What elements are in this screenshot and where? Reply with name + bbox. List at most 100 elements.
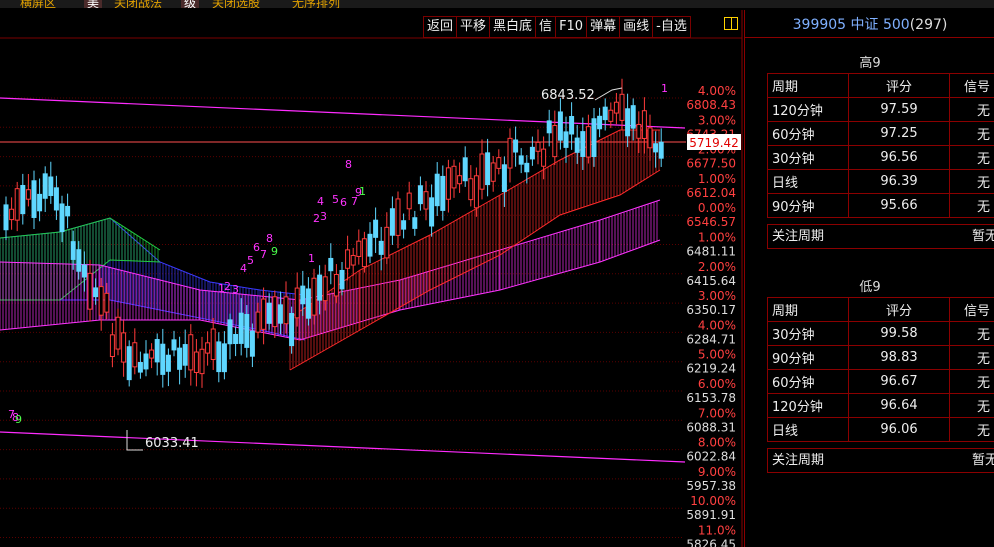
toolbar-button[interactable]: 返回 bbox=[424, 17, 458, 37]
layout-toggle-icon[interactable] bbox=[724, 17, 738, 30]
cell-period: 90分钟 bbox=[767, 193, 849, 218]
instrument-code: 399905 bbox=[792, 17, 847, 33]
axis-pct-label: 4.00% bbox=[698, 84, 736, 98]
count-mark: 5 bbox=[247, 254, 254, 267]
current-price-text: 5719.42 bbox=[689, 136, 739, 150]
axis-price-label: 6481.11 bbox=[686, 245, 736, 259]
cell-period: 120分钟 bbox=[767, 393, 849, 418]
count-mark: 9 bbox=[15, 413, 22, 426]
axis-price-label: 6415.64 bbox=[686, 274, 736, 288]
axis-pct-label: 1.00% bbox=[698, 231, 736, 245]
axis-price-label: 6612.04 bbox=[686, 186, 736, 200]
axis-pct-label: 9.00% bbox=[698, 465, 736, 479]
axis-pct-label: 3.00% bbox=[698, 289, 736, 303]
table-header: 信号 bbox=[949, 297, 994, 322]
axis-pct-label: 5.00% bbox=[698, 348, 736, 362]
count-mark: 2 bbox=[313, 212, 320, 225]
toolbar-button[interactable]: 弹幕 bbox=[587, 17, 621, 37]
focus-value: 暂无 bbox=[972, 453, 994, 468]
cell-score: 97.59 bbox=[848, 97, 950, 122]
axis-pct-label: 11.0% bbox=[698, 524, 736, 538]
low-leader bbox=[126, 430, 143, 451]
axis-pct-label: 0.00% bbox=[698, 201, 736, 215]
table-row[interactable]: 120分钟 97.59 无 bbox=[767, 97, 994, 122]
axis-price-label: 6350.17 bbox=[686, 303, 736, 317]
axis-pct-label: 1.00% bbox=[698, 172, 736, 186]
low-label: 6033.41 bbox=[145, 436, 199, 451]
axis-price-label: 6022.84 bbox=[686, 450, 736, 464]
table-row[interactable]: 30分钟 96.56 无 bbox=[767, 145, 994, 170]
table-header: 评分 bbox=[848, 73, 950, 98]
table-header: 周期 bbox=[767, 297, 849, 322]
lower-channel-line bbox=[0, 431, 686, 463]
instrument-title: 399905 中证 500(297) bbox=[745, 14, 994, 34]
cell-signal: 无 bbox=[949, 169, 994, 194]
toolbar-button[interactable]: 信 bbox=[536, 17, 557, 37]
cell-period: 60分钟 bbox=[767, 121, 849, 146]
count-mark: 1 bbox=[661, 82, 668, 95]
focus-label: 关注周期 bbox=[772, 453, 825, 468]
low9-table: 周期 评分 信号 30分钟 99.58 无 90分钟 98.83 无 60分钟 96.67 无 120分… bbox=[767, 297, 994, 442]
count-mark: 1 bbox=[308, 252, 315, 265]
count-mark: 5 bbox=[332, 193, 339, 206]
cell-signal: 无 bbox=[949, 97, 994, 122]
axis-pct-label: 7.00% bbox=[698, 406, 736, 420]
table-header: 信号 bbox=[949, 73, 994, 98]
cell-period: 90分钟 bbox=[767, 345, 849, 370]
cell-signal: 无 bbox=[949, 193, 994, 218]
high9-title: 高9 bbox=[859, 56, 881, 71]
count-mark: 2 bbox=[224, 280, 231, 293]
count-mark: 1 bbox=[359, 185, 366, 198]
axis-pct-label: 3.00% bbox=[698, 113, 736, 127]
table-row[interactable]: 日线 96.06 无 bbox=[767, 417, 994, 442]
table-row[interactable]: 90分钟 98.83 无 bbox=[767, 345, 994, 370]
cell-period: 30分钟 bbox=[767, 321, 849, 346]
toolbar-button[interactable]: 画线 bbox=[620, 17, 654, 37]
axis-pct-label: 4.00% bbox=[698, 318, 736, 332]
cell-period: 120分钟 bbox=[767, 97, 849, 122]
axis-pct-label: 10.00% bbox=[690, 494, 736, 508]
cell-score: 97.25 bbox=[848, 121, 950, 146]
count-mark: 7 bbox=[260, 248, 267, 261]
cell-score: 96.64 bbox=[848, 393, 950, 418]
table-row[interactable]: 90分钟 95.66 无 bbox=[767, 193, 994, 218]
axis-price-label: 6219.24 bbox=[686, 362, 736, 376]
high9-focus-row: 关注周期 暂无 bbox=[767, 224, 994, 249]
signal-panel: 399905 中证 500(297) 高9 周期 评分 信号 120分钟 97.59 无 6… bbox=[744, 10, 994, 547]
low9-focus-row: 关注周期 暂无 bbox=[767, 448, 994, 473]
table-row[interactable]: 日线 96.39 无 bbox=[767, 169, 994, 194]
cell-period: 60分钟 bbox=[767, 369, 849, 394]
table-header: 周期 bbox=[767, 73, 849, 98]
toolbar-button[interactable]: 平移 bbox=[457, 17, 491, 37]
count-mark: 8 bbox=[345, 158, 352, 171]
cell-period: 日线 bbox=[767, 169, 849, 194]
toolbar-button[interactable]: -自选 bbox=[653, 17, 690, 37]
toolbar-button[interactable]: F10 bbox=[556, 17, 588, 37]
axis-price-label: 6284.71 bbox=[686, 332, 736, 346]
count-mark: 3 bbox=[232, 283, 239, 296]
axis-pct-label: 6.00% bbox=[698, 377, 736, 391]
instrument-count: (297) bbox=[909, 17, 948, 33]
axis-price-label: 6153.78 bbox=[686, 391, 736, 405]
axis-price-label: 6808.43 bbox=[686, 98, 736, 112]
toolbar-button[interactable]: 黑白底 bbox=[490, 17, 537, 37]
axis-price-label: 5891.91 bbox=[686, 508, 736, 522]
cell-score: 96.67 bbox=[848, 369, 950, 394]
table-row[interactable]: 30分钟 99.58 无 bbox=[767, 321, 994, 346]
count-mark: 6 bbox=[253, 241, 260, 254]
instrument-name: 中证 500 bbox=[850, 17, 910, 33]
focus-label: 关注周期 bbox=[772, 229, 825, 244]
count-mark: 4 bbox=[240, 262, 247, 275]
axis-price-label: 6546.57 bbox=[686, 215, 736, 229]
cell-signal: 无 bbox=[949, 121, 994, 146]
cell-signal: 无 bbox=[949, 321, 994, 346]
high9-table: 周期 评分 信号 120分钟 97.59 无 60分钟 97.25 无 30分钟 96.56 无日线 9… bbox=[767, 73, 994, 218]
axis-price-label: 5957.38 bbox=[686, 479, 736, 493]
cell-score: 99.58 bbox=[848, 321, 950, 346]
cell-signal: 无 bbox=[949, 345, 994, 370]
table-row[interactable]: 60分钟 97.25 无 bbox=[767, 121, 994, 146]
table-row[interactable]: 120分钟 96.64 无 bbox=[767, 393, 994, 418]
cell-period: 日线 bbox=[767, 417, 849, 442]
table-row[interactable]: 60分钟 96.67 无 bbox=[767, 369, 994, 394]
count-mark: 9 bbox=[271, 245, 278, 258]
